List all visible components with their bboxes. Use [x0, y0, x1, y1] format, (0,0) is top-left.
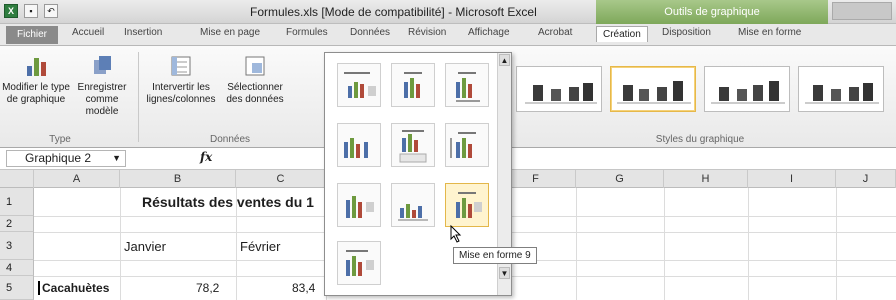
- layout-preview-icon: [456, 192, 482, 218]
- switch-row-column-button[interactable]: Intervertir les lignes/colonnes: [146, 54, 216, 106]
- tab-accueil[interactable]: Accueil: [72, 27, 104, 38]
- column-header-g[interactable]: G: [576, 170, 664, 188]
- layout-preview-icon: [346, 196, 374, 218]
- tab-creation[interactable]: Création: [596, 26, 648, 42]
- select-data-icon: [245, 56, 265, 76]
- gridline: [664, 188, 665, 300]
- window-title: Formules.xls [Mode de compatibilité] - M…: [250, 5, 537, 19]
- tab-disposition[interactable]: Disposition: [662, 27, 711, 38]
- layout-preview-icon: [344, 138, 368, 158]
- layout-tooltip: Mise en forme 9: [453, 247, 537, 264]
- select-all-corner[interactable]: [0, 170, 34, 188]
- group-label-type: Type: [49, 134, 71, 145]
- change-chart-type-button[interactable]: Modifier le type de graphique: [2, 54, 70, 106]
- tab-formules[interactable]: Formules: [286, 27, 328, 38]
- save-template-icon: [94, 56, 111, 74]
- row-header-4[interactable]: 4: [0, 260, 34, 276]
- quick-access-toolbar: X ▪ ↶: [4, 4, 58, 18]
- row-header-1[interactable]: 1: [0, 188, 34, 216]
- chevron-down-icon[interactable]: ▼: [112, 151, 121, 166]
- layout-preview-icon: [456, 72, 480, 102]
- switch-row-column-icon: [171, 56, 191, 76]
- layout-preview-icon: [404, 72, 422, 98]
- chart-styles-gallery: [512, 66, 896, 126]
- row-header-5[interactable]: 5: [0, 276, 34, 300]
- chart-type-icon: [27, 58, 46, 76]
- change-chart-type-label: Modifier le type de graphique: [2, 82, 70, 105]
- name-box[interactable]: Graphique 2 ▼: [6, 150, 126, 167]
- column-header-a[interactable]: A: [34, 170, 120, 188]
- column-header-h[interactable]: H: [664, 170, 748, 188]
- layout-option-2[interactable]: [391, 63, 435, 107]
- chart-style-preview-icon: [617, 81, 691, 104]
- chart-style-preview-icon: [805, 83, 879, 104]
- group-label-data: Données: [209, 134, 251, 145]
- layout-option-8[interactable]: [391, 183, 435, 227]
- chart-style-preview-icon: [525, 83, 597, 104]
- gridline: [120, 188, 121, 300]
- mouse-pointer-icon: [450, 225, 462, 243]
- cell-february[interactable]: Février: [240, 239, 280, 254]
- layout-option-4[interactable]: [337, 123, 381, 167]
- layout-option-3[interactable]: [445, 63, 489, 107]
- column-header-j[interactable]: J: [836, 170, 896, 188]
- window-controls[interactable]: [832, 2, 892, 20]
- chart-style-thumb[interactable]: [704, 66, 790, 112]
- ribbon-tabs: Fichier Accueil Insertion Mise en page F…: [0, 24, 896, 46]
- layout-preview-icon: [346, 250, 374, 276]
- tab-mise-en-page[interactable]: Mise en page: [200, 27, 260, 38]
- layout-preview-icon: [399, 130, 427, 163]
- column-header-b[interactable]: B: [120, 170, 236, 188]
- layout-option-10[interactable]: [337, 241, 381, 285]
- layout-option-9[interactable]: [445, 183, 489, 227]
- scroll-up-icon[interactable]: ▲: [499, 54, 510, 66]
- switch-row-column-label: Intervertir les lignes/colonnes: [146, 82, 216, 105]
- row-header-2[interactable]: 2: [0, 216, 34, 232]
- select-data-button[interactable]: Sélectionner des données: [218, 54, 292, 106]
- column-header-c[interactable]: C: [236, 170, 326, 188]
- tab-mise-en-forme[interactable]: Mise en forme: [738, 27, 801, 38]
- tab-acrobat[interactable]: Acrobat: [538, 27, 572, 38]
- layout-option-7[interactable]: [337, 183, 381, 227]
- tab-fichier[interactable]: Fichier: [6, 26, 58, 44]
- chart-style-thumb[interactable]: [516, 66, 602, 112]
- chart-style-thumb[interactable]: [798, 66, 884, 112]
- save-template-label: Enregistrer comme modèle: [77, 82, 127, 117]
- tab-affichage[interactable]: Affichage: [468, 27, 510, 38]
- name-box-value: Graphique 2: [25, 151, 92, 165]
- select-data-label: Sélectionner des données: [226, 82, 284, 105]
- group-label-styles: Styles du graphique: [655, 134, 745, 145]
- cell-b5[interactable]: 78,2: [196, 281, 219, 295]
- tab-insertion[interactable]: Insertion: [124, 27, 162, 38]
- gridline: [748, 188, 749, 300]
- chart-style-preview-icon: [711, 81, 785, 104]
- column-header-i[interactable]: I: [748, 170, 836, 188]
- gridline: [836, 188, 837, 300]
- layout-preview-icon: [398, 204, 428, 221]
- layout-option-6[interactable]: [445, 123, 489, 167]
- cell-c5[interactable]: 83,4: [292, 281, 315, 295]
- cell-january[interactable]: Janvier: [124, 239, 166, 254]
- undo-icon[interactable]: ↶: [44, 4, 58, 18]
- cell-a5[interactable]: Cacahuètes: [38, 281, 109, 295]
- sheet-title-cell[interactable]: Résultats des ventes du 1: [142, 194, 314, 210]
- save-icon[interactable]: ▪: [24, 4, 38, 18]
- function-icon[interactable]: fx: [200, 150, 212, 164]
- title-bar: X ▪ ↶ Formules.xls [Mode de compatibilit…: [0, 0, 896, 24]
- layout-option-5[interactable]: [391, 123, 435, 167]
- group-separator: [138, 52, 139, 142]
- scroll-down-icon[interactable]: ▼: [499, 267, 510, 279]
- gridline: [576, 188, 577, 300]
- row-header-3[interactable]: 3: [0, 232, 34, 260]
- excel-logo-icon: X: [4, 4, 18, 18]
- chart-tools-title: Outils de graphique: [596, 0, 828, 24]
- tab-revision[interactable]: Révision: [408, 27, 446, 38]
- layout-preview-icon: [450, 132, 476, 158]
- layout-option-1[interactable]: [337, 63, 381, 107]
- tab-donnees[interactable]: Données: [350, 27, 390, 38]
- chart-style-thumb-selected[interactable]: [610, 66, 696, 112]
- layout-preview-icon: [344, 72, 376, 98]
- save-template-button[interactable]: Enregistrer comme modèle: [70, 54, 134, 118]
